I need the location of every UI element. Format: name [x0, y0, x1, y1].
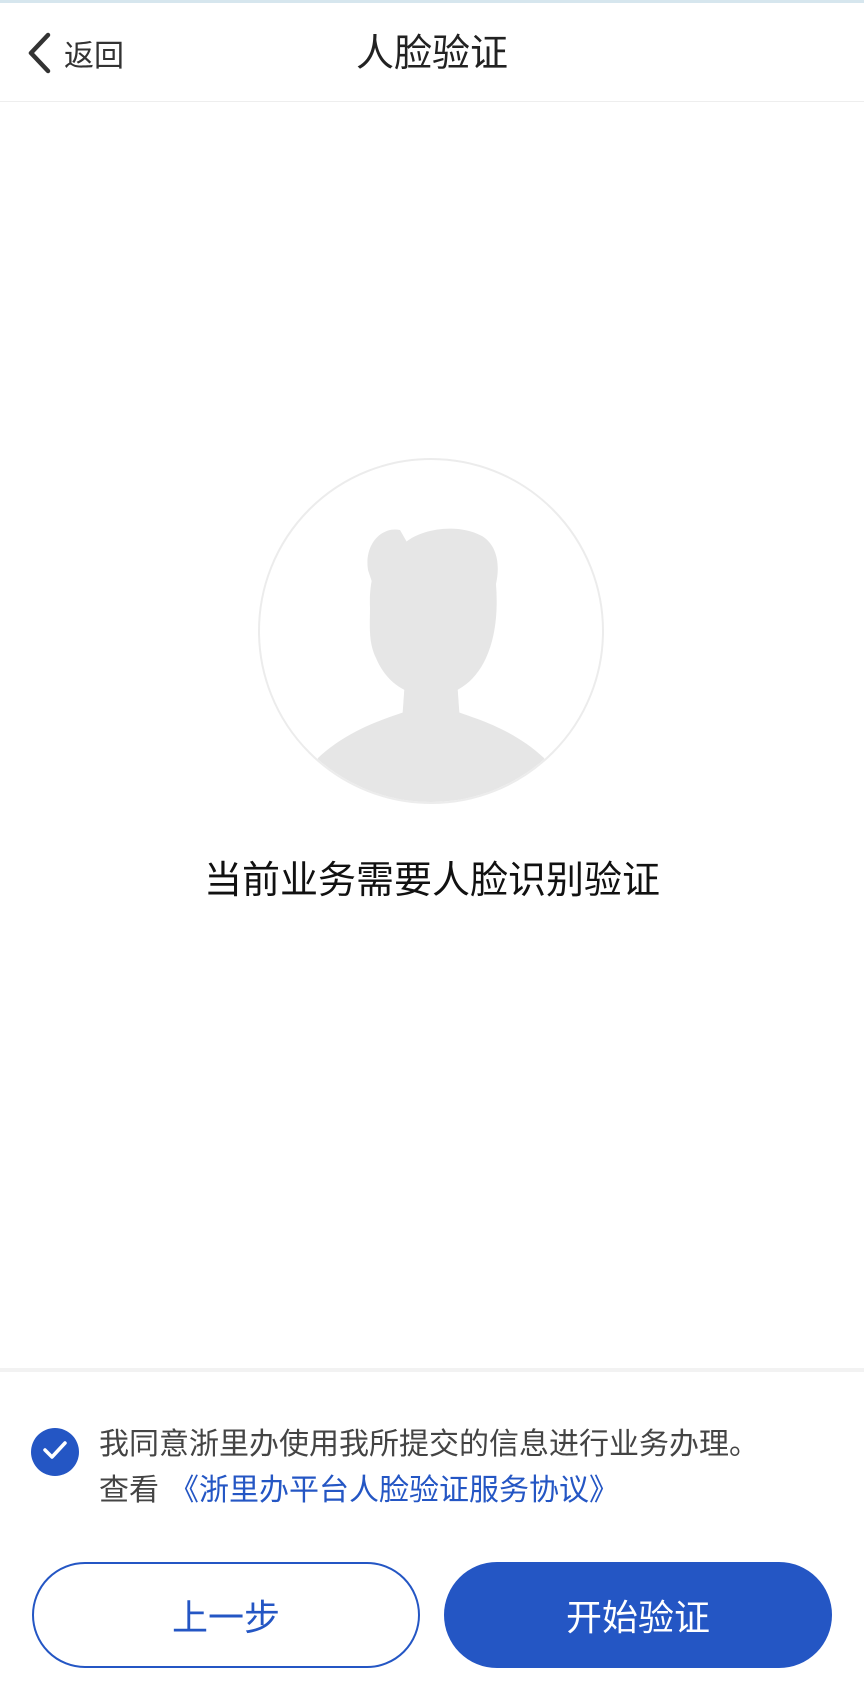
person-silhouette-icon: [260, 460, 602, 802]
agreement-view-line: 查看 《浙里办平台人脸验证服务协议》: [99, 1468, 619, 1514]
start-verification-button[interactable]: 开始验证: [444, 1562, 832, 1668]
agreement-text: 我同意浙里办使用我所提交的信息进行业务办理。: [99, 1427, 759, 1462]
face-verification-screen: 返回 人脸验证 当前业务需要人脸识别验证 我同意浙里办使用我所提交的信息进行业务…: [0, 0, 864, 1704]
section-divider: [0, 1368, 864, 1372]
page-title: 人脸验证: [355, 31, 508, 75]
face-avatar-placeholder: [258, 458, 604, 804]
agreement-checkbox[interactable]: [31, 1428, 79, 1476]
previous-step-button[interactable]: 上一步: [32, 1562, 420, 1668]
view-label: 查看: [99, 1473, 159, 1508]
verification-prompt: 当前业务需要人脸识别验证: [203, 858, 660, 902]
agreement-link[interactable]: 《浙里办平台人脸验证服务协议》: [169, 1473, 619, 1508]
navigation-bar: 返回 人脸验证: [0, 3, 864, 102]
check-icon: [42, 1440, 68, 1464]
